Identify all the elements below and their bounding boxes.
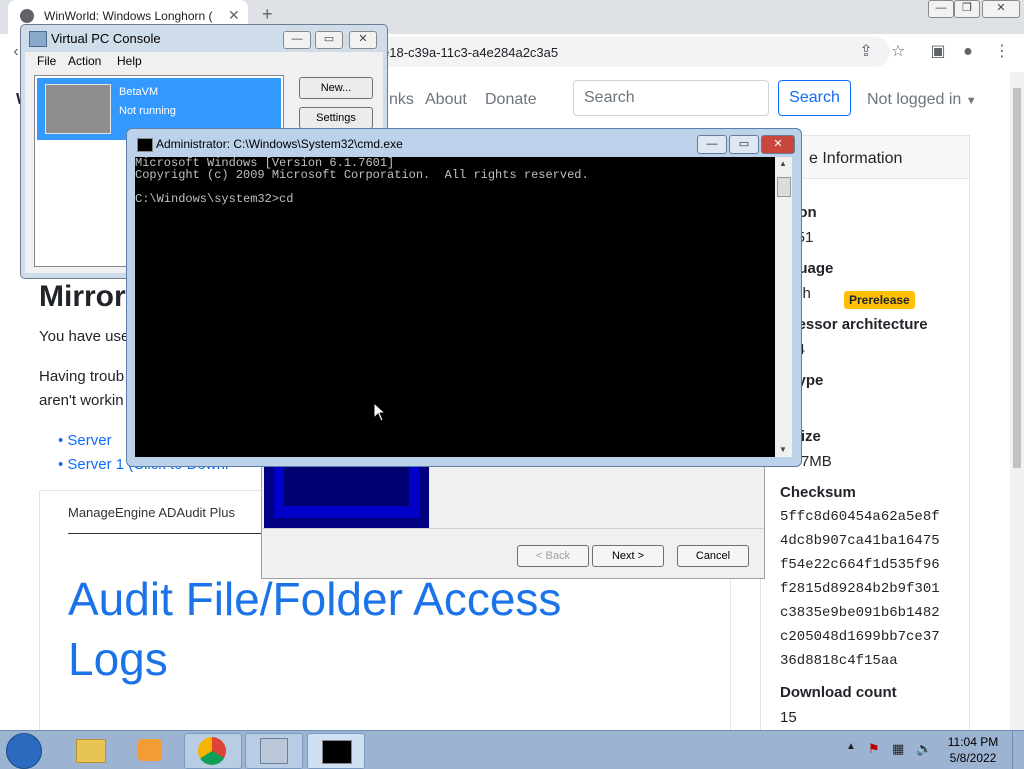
media-player-icon <box>138 739 162 761</box>
cmd-taskbar-icon[interactable] <box>307 733 365 769</box>
clock-time[interactable]: 11:04 PM <box>938 735 1008 749</box>
body-text-1: You have use <box>39 328 130 345</box>
ad-headline: Audit File/Folder Access Logs <box>68 573 562 685</box>
vpc-menubar: File Action Help <box>25 52 383 70</box>
scroll-up-icon[interactable]: ▲ <box>779 159 787 168</box>
nav-link-about[interactable]: About <box>425 91 467 109</box>
virtual-pc-icon <box>29 31 47 47</box>
vpc-title: Virtual PC Console <box>51 31 161 46</box>
media-player-taskbar-icon[interactable] <box>122 733 178 767</box>
cmd-maximize-button[interactable]: ▭ <box>729 135 759 154</box>
vm-status: Not running <box>119 105 176 117</box>
checksum-line: 4dc8b907ca41ba16475 <box>780 533 940 549</box>
body-text-2: Having troub <box>39 368 125 385</box>
ad-divider <box>68 533 268 534</box>
console-scrollbar[interactable]: ▲ ▼ <box>775 157 792 457</box>
folder-icon <box>76 739 106 763</box>
bookmark-star-icon[interactable]: ☆ <box>888 42 908 62</box>
action-center-icon[interactable]: ⚑ <box>868 741 880 757</box>
mouse-pointer-icon <box>373 401 387 427</box>
download-count-label: Download count <box>780 684 897 701</box>
cmd-title: Administrator: C:\Windows\System32\cmd.e… <box>156 137 403 151</box>
prerelease-badge: Prerelease <box>844 291 915 309</box>
vpc-close-button[interactable]: ✕ <box>349 31 377 49</box>
download-count-value: 15 <box>780 709 797 726</box>
checksum-line: f2815d89284b2b9f301 <box>780 581 940 597</box>
nav-link-links[interactable]: nks <box>389 91 414 109</box>
account-label: Not logged in <box>867 91 962 108</box>
architecture-label: ocessor architecture <box>780 316 928 333</box>
menu-help[interactable]: Help <box>117 54 142 68</box>
chrome-icon <box>198 737 226 765</box>
cmd-minimize-button[interactable]: — <box>697 135 727 154</box>
new-vm-button[interactable]: New... <box>299 77 373 99</box>
vpc-maximize-button[interactable]: ▭ <box>315 31 343 49</box>
cmd-icon <box>322 740 352 764</box>
checksum-line: 5ffc8d60454a62a5e8f <box>780 509 940 525</box>
checksum-line: f54e22c664f1d535f96 <box>780 557 940 573</box>
checksum-line: c3835e9be091b6b1482 <box>780 605 940 621</box>
new-tab-icon[interactable]: + <box>262 4 273 25</box>
mirror-link-1-label: Server <box>67 432 112 449</box>
chrome-taskbar-icon[interactable] <box>184 733 242 769</box>
close-browser-button[interactable]: ✕ <box>982 0 1020 18</box>
checksum-line: 36d8818c4f15aa <box>780 653 898 669</box>
clock-date[interactable]: 5/8/2022 <box>938 751 1008 765</box>
close-tab-icon[interactable]: ✕ <box>228 7 240 24</box>
caret-down-icon: ▼ <box>965 95 977 107</box>
scroll-down-icon[interactable]: ▼ <box>779 445 787 454</box>
console-output[interactable]: Microsoft Windows [Version 6.1.7601] Cop… <box>135 157 775 457</box>
show-hidden-icons-icon[interactable]: ▲ <box>846 741 856 752</box>
network-icon[interactable]: ▦ <box>892 741 904 757</box>
address-url: e18-c39a-11c3-a4e284a2c3a5 <box>382 45 559 60</box>
cmd-icon <box>137 138 153 152</box>
checksum-line: c205048d1699bb7ce37 <box>780 629 940 645</box>
profile-icon[interactable]: ● <box>958 42 978 62</box>
menu-action[interactable]: Action <box>68 54 101 68</box>
volume-icon[interactable]: 🔈 <box>916 741 932 757</box>
vpc-minimize-button[interactable]: — <box>283 31 311 49</box>
page-scrollbar-thumb[interactable] <box>1013 88 1021 468</box>
vm-thumbnail-icon <box>45 84 111 134</box>
wizard-divider <box>262 528 764 529</box>
share-icon[interactable]: ⇪ <box>856 42 876 62</box>
wizard-next-button[interactable]: Next > <box>592 545 664 567</box>
mirror-link-1[interactable]: • Server <box>58 432 112 449</box>
windows-taskbar: ▲ ⚑ ▦ 🔈 11:04 PM 5/8/2022 <box>0 730 1024 769</box>
virtual-pc-taskbar-icon[interactable] <box>245 733 303 769</box>
nav-link-donate[interactable]: Donate <box>485 91 537 109</box>
menu-kebab-icon[interactable]: ⋮ <box>992 42 1012 62</box>
restore-browser-button[interactable]: ❐ <box>954 0 980 18</box>
minimize-browser-button[interactable]: — <box>928 0 954 18</box>
page-scrollbar[interactable] <box>1010 72 1024 730</box>
wizard-cancel-button[interactable]: Cancel <box>677 545 749 567</box>
console-text: Microsoft Windows [Version 6.1.7601] Cop… <box>135 156 589 206</box>
side-panel-icon[interactable]: ▣ <box>928 42 948 62</box>
setup-wizard-window: < Back Next > Cancel <box>261 455 765 579</box>
show-desktop-button[interactable] <box>1012 731 1024 769</box>
site-favicon-icon <box>20 9 34 23</box>
wizard-back-button[interactable]: < Back <box>517 545 589 567</box>
body-text-3: aren't workin <box>39 392 124 409</box>
info-card-title: e Information <box>809 150 903 167</box>
console-scrollbar-thumb[interactable] <box>777 177 791 197</box>
tab-title: WinWorld: Windows Longhorn ( <box>44 9 213 23</box>
menu-file[interactable]: File <box>37 54 56 68</box>
settings-button[interactable]: Settings <box>299 107 373 129</box>
ad-brand: ManageEngine ADAudit Plus <box>68 505 235 520</box>
mirror-heading: Mirror <box>39 280 126 313</box>
explorer-taskbar-icon[interactable] <box>62 733 118 767</box>
start-orb-icon[interactable] <box>6 733 42 769</box>
virtual-pc-icon <box>260 738 288 764</box>
account-dropdown[interactable]: Not logged in ▼ <box>867 91 977 109</box>
cmd-window: Administrator: C:\Windows\System32\cmd.e… <box>126 128 802 467</box>
vm-name: BetaVM <box>119 86 159 98</box>
search-button[interactable]: Search <box>778 80 851 116</box>
checksum-label: Checksum <box>780 484 856 501</box>
search-input[interactable]: Search <box>573 80 769 116</box>
cmd-close-button[interactable]: ✕ <box>761 135 795 154</box>
